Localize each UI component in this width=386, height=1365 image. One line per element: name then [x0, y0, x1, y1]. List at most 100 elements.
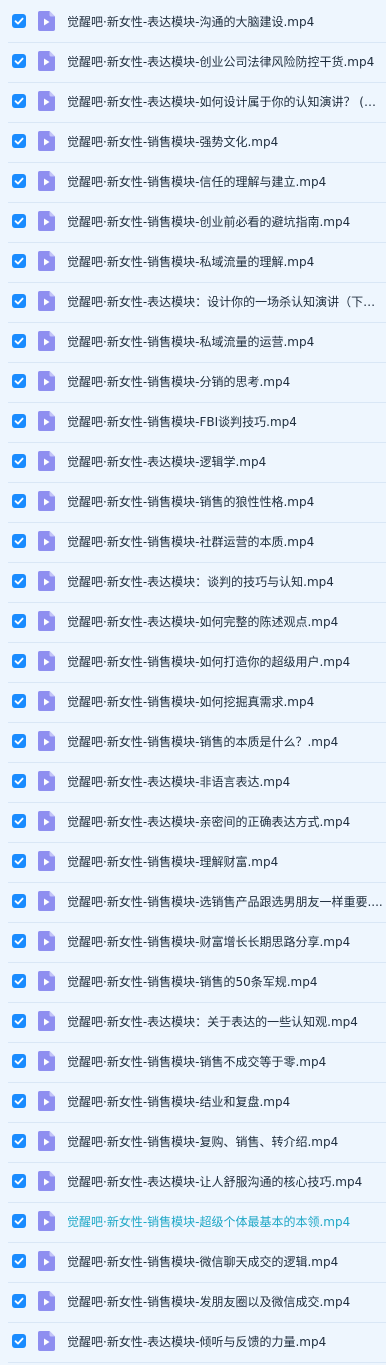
checkbox-checked-icon[interactable]: [12, 694, 26, 708]
file-name: 觉醒吧·新女性-表达模块-创业公司法律风险防控干货.mp4: [67, 55, 375, 69]
file-row[interactable]: 觉醒吧·新女性-销售模块-理解财富.mp4: [0, 843, 386, 883]
file-row[interactable]: 觉醒吧·新女性-销售模块-发朋友圈以及微信成交.mp4: [0, 1283, 386, 1323]
file-row[interactable]: 觉醒吧·新女性-销售模块-社群运营的本质.mp4: [0, 523, 386, 563]
checkbox-checked-icon[interactable]: [12, 934, 26, 948]
file-name: 觉醒吧·新女性-表达模块-非语言表达.mp4: [67, 775, 291, 789]
checkbox-checked-icon[interactable]: [12, 494, 26, 508]
checkbox-checked-icon[interactable]: [12, 1014, 26, 1028]
row-divider: [8, 1362, 386, 1363]
file-row[interactable]: 觉醒吧·新女性-销售模块-选销售产品跟选男朋友一样重要....: [0, 883, 386, 923]
file-row[interactable]: 觉醒吧·新女性-销售模块-超级个体最基本的本领.mp4: [0, 1203, 386, 1243]
file-name: 觉醒吧·新女性-销售模块-信任的理解与建立.mp4: [67, 175, 327, 189]
file-row[interactable]: 觉醒吧·新女性-销售模块-FBI谈判技巧.mp4: [0, 403, 386, 443]
video-file-icon: [38, 251, 55, 271]
checkbox-checked-icon[interactable]: [12, 94, 26, 108]
file-row[interactable]: 觉醒吧·新女性-销售模块-财富增长长期思路分享.mp4: [0, 923, 386, 963]
file-row[interactable]: 觉醒吧·新女性-表达模块-如何完整的陈述观点.mp4: [0, 603, 386, 643]
checkbox-checked-icon[interactable]: [12, 974, 26, 988]
checkbox-checked-icon[interactable]: [12, 854, 26, 868]
file-name: 觉醒吧·新女性-表达模块：设计你的一场杀认知演讲（下…: [67, 295, 376, 309]
checkbox-checked-icon[interactable]: [12, 254, 26, 268]
video-file-icon: [38, 1091, 55, 1111]
video-file-icon: [38, 171, 55, 191]
file-row[interactable]: 觉醒吧·新女性-表达模块-让人舒服沟通的核心技巧.mp4: [0, 1163, 386, 1203]
checkbox-checked-icon[interactable]: [12, 334, 26, 348]
file-row[interactable]: 觉醒吧·新女性-销售模块-信任的理解与建立.mp4: [0, 163, 386, 203]
checkbox-checked-icon[interactable]: [12, 54, 26, 68]
video-file-icon: [38, 451, 55, 471]
file-row[interactable]: 觉醒吧·新女性-表达模块：关于表达的一些认知观.mp4: [0, 1003, 386, 1043]
video-file-icon: [38, 1331, 55, 1351]
video-file-icon: [38, 1211, 55, 1231]
checkbox-checked-icon[interactable]: [12, 1294, 26, 1308]
checkbox-checked-icon[interactable]: [12, 534, 26, 548]
checkbox-checked-icon[interactable]: [12, 1334, 26, 1348]
checkbox-checked-icon[interactable]: [12, 14, 26, 28]
file-row[interactable]: 觉醒吧·新女性-表达模块-创业公司法律风险防控干货.mp4: [0, 43, 386, 83]
file-name: 觉醒吧·新女性-表达模块-如何完整的陈述观点.mp4: [67, 615, 339, 629]
file-row[interactable]: 觉醒吧·新女性-销售模块-创业前必看的避坑指南.mp4: [0, 203, 386, 243]
video-file-icon: [38, 571, 55, 591]
file-row[interactable]: 觉醒吧·新女性-销售模块-分销的思考.mp4: [0, 363, 386, 403]
file-row[interactable]: 觉醒吧·新女性-销售模块-私域流量的运营.mp4: [0, 323, 386, 363]
checkbox-checked-icon[interactable]: [12, 614, 26, 628]
video-file-icon: [38, 811, 55, 831]
checkbox-checked-icon[interactable]: [12, 1054, 26, 1068]
file-row[interactable]: 觉醒吧·新女性-销售模块-如何打造你的超级用户.mp4: [0, 643, 386, 683]
file-row[interactable]: 觉醒吧·新女性-销售模块-复购、销售、转介绍.mp4: [0, 1123, 386, 1163]
file-name: 觉醒吧·新女性-销售模块-私域流量的理解.mp4: [67, 255, 315, 269]
checkbox-checked-icon[interactable]: [12, 814, 26, 828]
video-file-icon: [38, 771, 55, 791]
file-name: 觉醒吧·新女性-销售模块-超级个体最基本的本领.mp4: [67, 1215, 351, 1229]
file-row[interactable]: 觉醒吧·新女性-表达模块-如何设计属于你的认知演讲？ (…: [0, 83, 386, 123]
checkbox-checked-icon[interactable]: [12, 374, 26, 388]
checkbox-checked-icon[interactable]: [12, 214, 26, 228]
video-file-icon: [38, 971, 55, 991]
file-row[interactable]: 觉醒吧·新女性-销售模块-销售不成交等于零.mp4: [0, 1043, 386, 1083]
file-row[interactable]: 觉醒吧·新女性-表达模块-逻辑学.mp4: [0, 443, 386, 483]
file-name: 觉醒吧·新女性-销售模块-财富增长长期思路分享.mp4: [67, 935, 351, 949]
checkbox-checked-icon[interactable]: [12, 134, 26, 148]
checkbox-checked-icon[interactable]: [12, 294, 26, 308]
file-row[interactable]: 觉醒吧·新女性-表达模块-亲密间的正确表达方式.mp4: [0, 803, 386, 843]
checkbox-checked-icon[interactable]: [12, 414, 26, 428]
file-name: 觉醒吧·新女性-销售模块-理解财富.mp4: [67, 855, 279, 869]
checkbox-checked-icon[interactable]: [12, 1174, 26, 1188]
checkbox-checked-icon[interactable]: [12, 1094, 26, 1108]
file-list: 觉醒吧·新女性-表达模块-沟通的大脑建设.mp4 觉醒吧·新女性-表达模块-创业公…: [0, 0, 386, 1365]
file-row[interactable]: 觉醒吧·新女性-销售模块-销售的本质是什么？.mp4: [0, 723, 386, 763]
checkbox-checked-icon[interactable]: [12, 654, 26, 668]
checkbox-checked-icon[interactable]: [12, 454, 26, 468]
file-row[interactable]: 觉醒吧·新女性-表达模块：设计你的一场杀认知演讲（下…: [0, 283, 386, 323]
checkbox-checked-icon[interactable]: [12, 894, 26, 908]
file-row[interactable]: 觉醒吧·新女性-销售模块-私域流量的理解.mp4: [0, 243, 386, 283]
file-row[interactable]: 觉醒吧·新女性-销售模块-销售的50条军规.mp4: [0, 963, 386, 1003]
file-name: 觉醒吧·新女性-表达模块-沟通的大脑建设.mp4: [67, 15, 315, 29]
file-row[interactable]: 觉醒吧·新女性-表达模块-倾听与反馈的力量.mp4: [0, 1323, 386, 1363]
file-row[interactable]: 觉醒吧·新女性-表达模块-沟通的大脑建设.mp4: [0, 3, 386, 43]
video-file-icon: [38, 491, 55, 511]
file-name: 觉醒吧·新女性-销售模块-社群运营的本质.mp4: [67, 535, 315, 549]
file-row[interactable]: 觉醒吧·新女性-销售模块-销售的狼性性格.mp4: [0, 483, 386, 523]
file-row[interactable]: 觉醒吧·新女性-销售模块-微信聊天成交的逻辑.mp4: [0, 1243, 386, 1283]
video-file-icon: [38, 411, 55, 431]
checkbox-checked-icon[interactable]: [12, 1134, 26, 1148]
checkbox-checked-icon[interactable]: [12, 174, 26, 188]
file-row[interactable]: 觉醒吧·新女性-表达模块：谈判的技巧与认知.mp4: [0, 563, 386, 603]
checkbox-checked-icon[interactable]: [12, 734, 26, 748]
file-row[interactable]: 觉醒吧·新女性-销售模块-如何挖掘真需求.mp4: [0, 683, 386, 723]
video-file-icon: [38, 1051, 55, 1071]
checkbox-checked-icon[interactable]: [12, 574, 26, 588]
file-row[interactable]: 觉醒吧·新女性-销售模块-强势文化.mp4: [0, 123, 386, 163]
checkbox-checked-icon[interactable]: [12, 774, 26, 788]
checkbox-checked-icon[interactable]: [12, 1254, 26, 1268]
file-row[interactable]: 觉醒吧·新女性-表达模块-非语言表达.mp4: [0, 763, 386, 803]
file-name: 觉醒吧·新女性-销售模块-销售不成交等于零.mp4: [67, 1055, 327, 1069]
checkbox-checked-icon[interactable]: [12, 1214, 26, 1228]
video-file-icon: [38, 931, 55, 951]
file-name: 觉醒吧·新女性-销售模块-复购、销售、转介绍.mp4: [67, 1135, 339, 1149]
file-name: 觉醒吧·新女性-销售模块-销售的狼性性格.mp4: [67, 495, 315, 509]
video-file-icon: [38, 1171, 55, 1191]
video-file-icon: [38, 691, 55, 711]
file-row[interactable]: 觉醒吧·新女性-销售模块-结业和复盘.mp4: [0, 1083, 386, 1123]
